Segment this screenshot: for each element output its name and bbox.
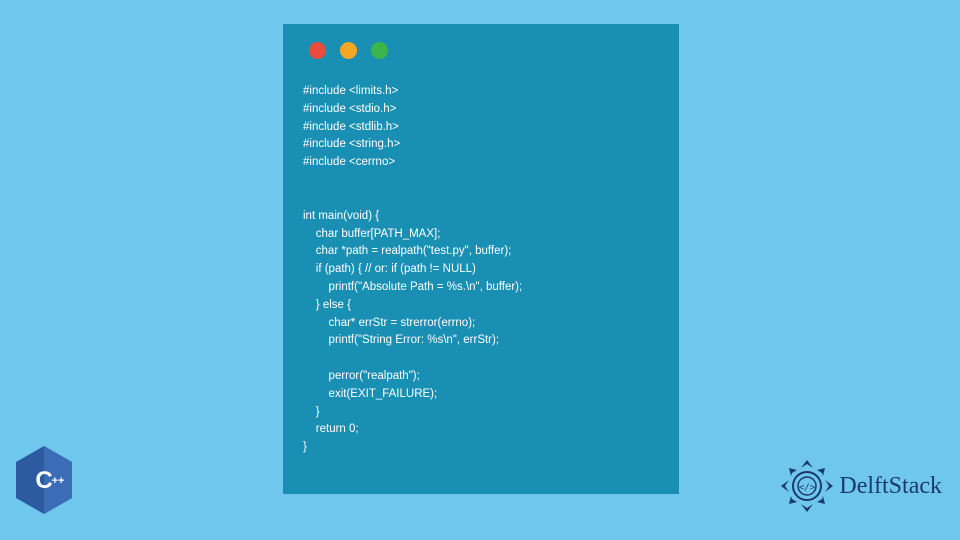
svg-text:</>: </> bbox=[799, 483, 816, 493]
code-window: #include <limits.h> #include <stdio.h> #… bbox=[283, 24, 679, 494]
delftstack-text: DelftStack bbox=[839, 473, 942, 500]
svg-text:C: C bbox=[35, 467, 52, 494]
cpp-badge-icon: C ++ bbox=[12, 444, 76, 516]
delftstack-seal-icon: </> bbox=[779, 458, 835, 514]
close-icon bbox=[309, 42, 326, 59]
svg-text:++: ++ bbox=[52, 475, 65, 487]
maximize-icon bbox=[371, 42, 388, 59]
code-block: #include <limits.h> #include <stdio.h> #… bbox=[303, 83, 659, 457]
minimize-icon bbox=[340, 42, 357, 59]
window-traffic-lights bbox=[309, 42, 659, 59]
delftstack-logo: </> DelftStack bbox=[779, 458, 942, 514]
